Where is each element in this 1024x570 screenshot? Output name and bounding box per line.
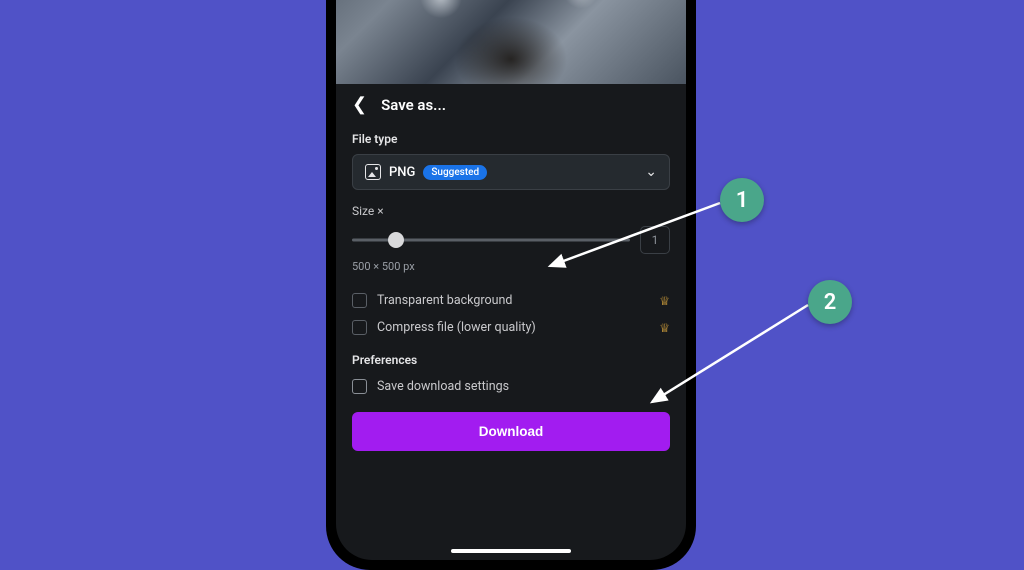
design-preview (336, 0, 686, 84)
phone-frame: ❮ Save as... File type PNG Suggested ⌄ S… (326, 0, 696, 570)
checkbox-compress[interactable] (352, 320, 367, 335)
size-row: 1 (352, 226, 670, 254)
size-multiplier-input[interactable]: 1 (640, 226, 670, 254)
dimensions-readout: 500 × 500 px (352, 260, 670, 273)
sheet-header: ❮ Save as... (336, 84, 686, 126)
phone-screen: ❮ Save as... File type PNG Suggested ⌄ S… (336, 0, 686, 560)
save-settings-row[interactable]: Save download settings (352, 373, 670, 400)
preferences-label: Preferences (352, 353, 670, 367)
sheet-body: File type PNG Suggested ⌄ Size × 1 500 ×… (336, 126, 686, 467)
image-file-icon (365, 164, 381, 180)
checkbox-save-settings[interactable] (352, 379, 367, 394)
save-settings-label: Save download settings (377, 379, 509, 394)
size-slider[interactable] (352, 226, 630, 254)
annotation-step-2: 2 (808, 280, 852, 324)
size-label: Size × (352, 204, 670, 218)
crown-icon: ♕ (659, 321, 670, 335)
transparent-bg-label: Transparent background (377, 293, 513, 308)
download-button[interactable]: Download (352, 412, 670, 451)
file-type-label: File type (352, 132, 670, 146)
home-indicator (451, 549, 571, 553)
back-icon[interactable]: ❮ (352, 96, 367, 114)
chevron-down-icon: ⌄ (645, 164, 657, 180)
suggested-badge: Suggested (423, 165, 487, 180)
annotation-step-1: 1 (720, 178, 764, 222)
sheet-title: Save as... (381, 96, 446, 114)
checkbox-transparent-bg[interactable] (352, 293, 367, 308)
compress-row[interactable]: Compress file (lower quality) ♕ (352, 314, 670, 341)
slider-thumb[interactable] (388, 232, 404, 248)
file-type-value: PNG (389, 165, 415, 180)
file-type-dropdown[interactable]: PNG Suggested ⌄ (352, 154, 670, 190)
compress-label: Compress file (lower quality) (377, 320, 536, 335)
transparent-bg-row[interactable]: Transparent background ♕ (352, 287, 670, 314)
crown-icon: ♕ (659, 294, 670, 308)
